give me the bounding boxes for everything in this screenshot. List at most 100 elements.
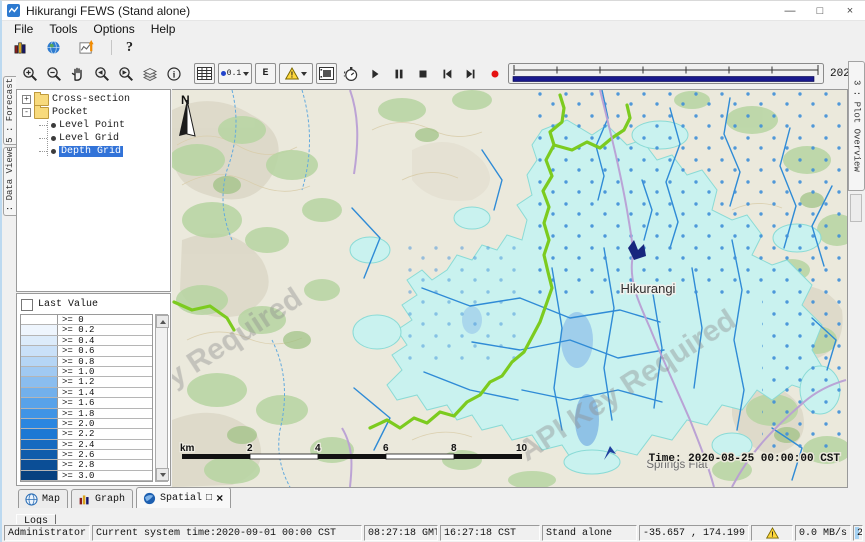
legend-scrollbar[interactable]	[155, 314, 168, 482]
step-backward-button[interactable]	[436, 63, 457, 84]
status-system-time: Current system time:2020-09-01 00:00 CST	[92, 525, 362, 541]
legend-row: >= 0.4	[21, 336, 152, 346]
tree-item-label: Level Grid	[59, 133, 119, 144]
legend-row-label: >= 1.8	[58, 409, 94, 418]
animation-button[interactable]	[316, 63, 337, 84]
status-warning-cell[interactable]: !	[751, 525, 793, 541]
status-user: Administrator	[4, 525, 90, 541]
legend-row: >= 0.2	[21, 325, 152, 335]
stop-button[interactable]	[412, 63, 433, 84]
menu-help[interactable]: Help	[143, 22, 184, 36]
help-button[interactable]: ?	[126, 40, 133, 56]
legend-row: >= 0.8	[21, 357, 152, 367]
tab-graph[interactable]: Graph	[71, 489, 133, 508]
legend-row-label: >= 2.0	[58, 419, 94, 428]
last-value-checkbox[interactable]	[21, 299, 33, 311]
tab-map-label: Map	[42, 494, 60, 505]
legend-row-label: >= 0.6	[58, 346, 94, 355]
svg-text:km: km	[180, 443, 195, 454]
splitter-grip[interactable]	[850, 194, 862, 222]
close-button[interactable]: ×	[835, 1, 865, 20]
scroll-down-button[interactable]	[156, 468, 169, 481]
class-breaks-button[interactable]: 0.1	[218, 63, 252, 84]
database-display-button[interactable]	[10, 37, 31, 58]
minimize-button[interactable]: —	[775, 1, 805, 20]
svg-text:i: i	[172, 69, 175, 79]
map-time-label: Time: 2020-08-25 00:00:00 CST	[649, 453, 841, 465]
svg-text:6: 6	[383, 443, 389, 454]
legend-row: >= 1.6	[21, 398, 152, 408]
titlebar: Hikurangi FEWS (Stand alone) — □ ×	[2, 1, 865, 21]
tree-item-level-point[interactable]: Level Point	[17, 119, 170, 132]
legend-row-label: >= 0.2	[58, 325, 94, 334]
legend-row: >= 1.4	[21, 388, 152, 398]
play-button[interactable]	[364, 63, 385, 84]
legend-row-label: >= 1.0	[58, 367, 94, 376]
tree-item-depth-grid[interactable]: Depth Grid	[17, 145, 170, 158]
node-bullet-icon	[51, 123, 56, 128]
tab-forecast[interactable]: 5 : Forecast	[3, 76, 16, 145]
node-bullet-icon	[51, 149, 56, 154]
map-viewport: API Key Required API Key Required Hikura…	[172, 89, 848, 488]
thresholds-button[interactable]: !	[279, 63, 313, 84]
svg-text:2: 2	[247, 443, 253, 454]
record-button[interactable]	[484, 63, 505, 84]
zoom-out-button[interactable]	[43, 63, 64, 84]
tab-data-viewer[interactable]: 6 : Data Viewer	[3, 147, 16, 216]
legend-swatch	[21, 398, 58, 407]
step-forward-button[interactable]	[460, 63, 481, 84]
status-memory: 2.5 GB	[853, 525, 863, 541]
zoom-in-button[interactable]	[19, 63, 40, 84]
zoom-next-button[interactable]	[115, 63, 136, 84]
tree-item-label: Cross-section	[52, 94, 130, 105]
grid-display-button[interactable]	[194, 63, 215, 84]
tree-item-level-grid[interactable]: Level Grid	[17, 132, 170, 145]
scroll-up-button[interactable]	[156, 315, 169, 328]
time-settings-button[interactable]	[340, 63, 361, 84]
legend-panel: Last Value >= 0>= 0.2>= 0.4>= 0.6>= 0.8>…	[16, 293, 171, 486]
spatial-display-button[interactable]	[76, 37, 97, 58]
legend-row-label: >= 1.4	[58, 388, 94, 397]
legend-swatch	[21, 346, 58, 355]
map-display-button[interactable]	[43, 37, 64, 58]
legend-swatch	[21, 440, 58, 449]
node-bullet-icon	[51, 136, 56, 141]
expand-icon[interactable]: +	[22, 95, 31, 104]
pan-hand-button[interactable]	[67, 63, 88, 84]
tree-item-label: Level Point	[59, 120, 125, 131]
legend-swatch	[21, 460, 58, 469]
svg-text:10: 10	[516, 443, 528, 454]
legend-swatch	[21, 325, 58, 334]
menu-options[interactable]: Options	[85, 22, 142, 36]
legend-swatch	[21, 357, 58, 366]
tab-map[interactable]: Map	[18, 489, 68, 508]
menu-tools[interactable]: Tools	[41, 22, 85, 36]
warning-icon: !	[766, 527, 779, 539]
legend-row: >= 3.0	[21, 471, 152, 481]
folder-icon	[34, 107, 49, 119]
legend-toggle-button[interactable]: E	[255, 63, 276, 84]
left-tabstrip: 5 : Forecast 6 : Data Viewer	[2, 58, 16, 524]
collapse-icon[interactable]: -	[22, 108, 31, 117]
maximize-button[interactable]: □	[805, 1, 835, 20]
zoom-previous-button[interactable]	[91, 63, 112, 84]
pause-button[interactable]	[388, 63, 409, 84]
menu-file[interactable]: File	[6, 22, 41, 36]
svg-text:8: 8	[451, 443, 457, 454]
tab-spatial[interactable]: Spatial □ ×	[136, 487, 231, 508]
status-gmt-time: 08:27:18 GMT	[364, 525, 438, 541]
bar-chart-icon	[78, 493, 91, 506]
main-toolbar: ?	[2, 37, 865, 58]
window-title: Hikurangi FEWS (Stand alone)	[26, 4, 190, 18]
map-canvas[interactable]: API Key Required API Key Required Hikura…	[172, 90, 847, 487]
tab-plot-overview[interactable]: 3 : Plot Overview	[848, 61, 865, 191]
close-tab-icon[interactable]: ×	[216, 494, 223, 504]
legend-swatch	[21, 367, 58, 376]
layers-button[interactable]	[139, 63, 160, 84]
legend-row: >= 2.4	[21, 440, 152, 450]
tree-item-pocket[interactable]: - Pocket	[17, 106, 170, 119]
timeline-slider[interactable]	[508, 63, 824, 84]
status-local-time: 16:27:18 CST	[440, 525, 540, 541]
maximize-tab-icon[interactable]: □	[206, 494, 212, 504]
info-button[interactable]: i	[163, 63, 184, 84]
